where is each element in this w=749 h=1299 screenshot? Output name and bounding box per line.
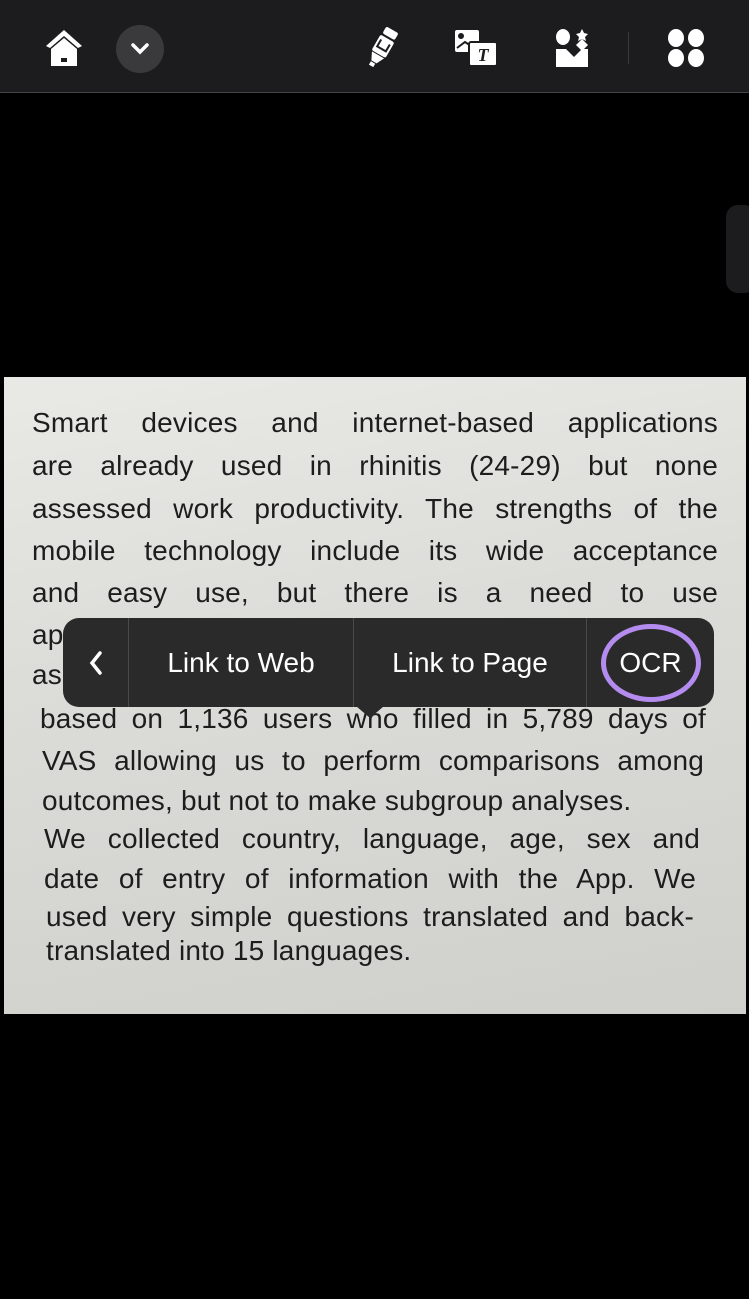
ocr-highlight-ring (601, 624, 701, 702)
menu-pointer (356, 706, 384, 718)
home-icon[interactable] (40, 22, 88, 74)
link-to-web-button[interactable]: Link to Web (129, 618, 354, 707)
svg-text:T: T (478, 45, 490, 65)
photo-text-line: date of entry of information with the Ap… (44, 863, 696, 894)
toolbar-divider (628, 32, 629, 64)
highlighter-icon[interactable] (358, 22, 406, 74)
chevron-left-icon (89, 650, 102, 675)
photo-text-line: and easy use, but there is a need to use (32, 577, 718, 608)
photo-text-line: used very simple questions translated an… (46, 901, 694, 932)
photo-text-line: VAS allowing us to perform comparisons a… (42, 745, 704, 776)
ai-image-icon[interactable] (548, 22, 596, 74)
photo-text-line: mobile technology include its wide accep… (32, 535, 718, 566)
menu-back-button[interactable] (63, 618, 129, 707)
photo-text-line: are already used in rhinitis (24-29) but… (32, 450, 718, 481)
chevron-down-icon[interactable] (116, 25, 164, 73)
photo-text-line: Smart devices and internet-based applica… (32, 407, 718, 438)
image-to-text-icon[interactable]: T (452, 22, 500, 74)
photo-text-line: assessed work productivity. The strength… (32, 493, 718, 524)
photo-text-line: outcomes, but not to make subgroup analy… (42, 785, 632, 816)
photo-text-line: translated into 15 languages. (46, 935, 412, 966)
side-panel-handle[interactable] (726, 205, 749, 293)
photo-text-line: We collected country, language, age, sex… (44, 823, 700, 854)
top-toolbar: T (0, 0, 749, 93)
link-to-page-button[interactable]: Link to Page (354, 618, 587, 707)
apps-grid-icon[interactable] (662, 22, 710, 74)
